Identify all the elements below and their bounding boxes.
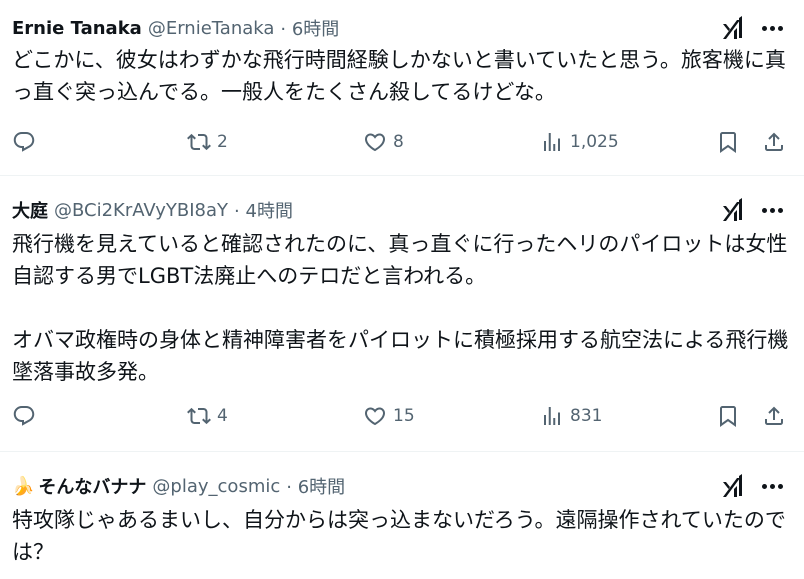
author-handle[interactable]: @play_cosmic <box>152 476 280 497</box>
author-handle[interactable]: @ErnieTanaka <box>148 18 275 39</box>
tweet-header: Ernie Tanaka @ErnieTanaka · 6時間 <box>12 14 339 42</box>
bookmark-button[interactable] <box>716 127 740 157</box>
views-button[interactable]: 1,025 <box>540 127 619 157</box>
retweet-button[interactable]: 4 <box>187 401 228 431</box>
share-icon <box>762 404 786 428</box>
more-icon[interactable] <box>762 484 784 490</box>
author-name[interactable]: そんなバナナ <box>38 473 146 499</box>
banana-emoji: 🍌 <box>12 475 35 497</box>
bookmark-button[interactable] <box>716 401 740 431</box>
action-bar: 4 15 831 <box>0 401 804 431</box>
heart-icon <box>363 404 387 428</box>
reply-icon <box>12 404 36 428</box>
share-button[interactable] <box>762 401 786 431</box>
author-name[interactable]: 大庭 <box>12 197 48 223</box>
views-icon <box>540 130 564 154</box>
tweet-1[interactable]: Ernie Tanaka @ErnieTanaka · 6時間 どこかに、彼女は… <box>0 14 804 164</box>
timestamp[interactable]: · 6時間 <box>286 473 345 499</box>
view-count: 1,025 <box>570 132 619 152</box>
bookmark-icon <box>716 404 740 428</box>
grok-icon[interactable] <box>722 474 744 498</box>
tweet-text: どこかに、彼女はわずかな飛行時間経験しかないと書いていたと思う。旅客機に真っ直ぐ… <box>12 48 786 104</box>
tweet-header: 🍌 そんなバナナ @play_cosmic · 6時間 <box>12 472 345 500</box>
divider <box>0 175 804 176</box>
share-button[interactable] <box>762 127 786 157</box>
retweet-icon <box>187 130 211 154</box>
share-icon <box>762 130 786 154</box>
tweet-header: 大庭 @BCi2KrAVyYBI8aY · 4時間 <box>12 196 293 224</box>
tweet-2[interactable]: 大庭 @BCi2KrAVyYBI8aY · 4時間 飛行機を見えていると確認され… <box>0 196 804 441</box>
divider <box>0 451 804 452</box>
like-count: 8 <box>393 132 404 152</box>
like-button[interactable]: 15 <box>363 401 415 431</box>
reply-icon <box>12 130 36 154</box>
like-button[interactable]: 8 <box>363 127 404 157</box>
grok-icon[interactable] <box>722 198 744 222</box>
tweet-3[interactable]: 🍌 そんなバナナ @play_cosmic · 6時間 特攻隊じゃあるまいし、自… <box>0 472 804 579</box>
more-icon[interactable] <box>762 208 784 214</box>
views-button[interactable]: 831 <box>540 401 602 431</box>
retweet-count: 4 <box>217 406 228 426</box>
timestamp[interactable]: · 6時間 <box>280 15 339 41</box>
bookmark-icon <box>716 130 740 154</box>
timestamp[interactable]: · 4時間 <box>234 197 293 223</box>
grok-icon[interactable] <box>722 16 744 40</box>
views-icon <box>540 404 564 428</box>
author-name[interactable]: Ernie Tanaka <box>12 18 142 39</box>
retweet-count: 2 <box>217 132 228 152</box>
like-count: 15 <box>393 406 415 426</box>
heart-icon <box>363 130 387 154</box>
reply-button[interactable] <box>12 401 36 431</box>
author-handle[interactable]: @BCi2KrAVyYBI8aY <box>54 200 228 221</box>
tweet-text: 特攻隊じゃあるまいし、自分からは突っ込まないだろう。遠隔操作されていたのでは？ <box>12 508 786 564</box>
action-bar: 2 8 1,025 <box>0 127 804 157</box>
reply-button[interactable] <box>12 127 36 157</box>
tweet-text: 飛行機を見えていると確認されたのに、真っ直ぐに行ったヘリのパイロットは女性自認す… <box>12 232 789 384</box>
retweet-button[interactable]: 2 <box>187 127 228 157</box>
view-count: 831 <box>570 406 603 426</box>
retweet-icon <box>187 404 211 428</box>
more-icon[interactable] <box>762 26 784 32</box>
